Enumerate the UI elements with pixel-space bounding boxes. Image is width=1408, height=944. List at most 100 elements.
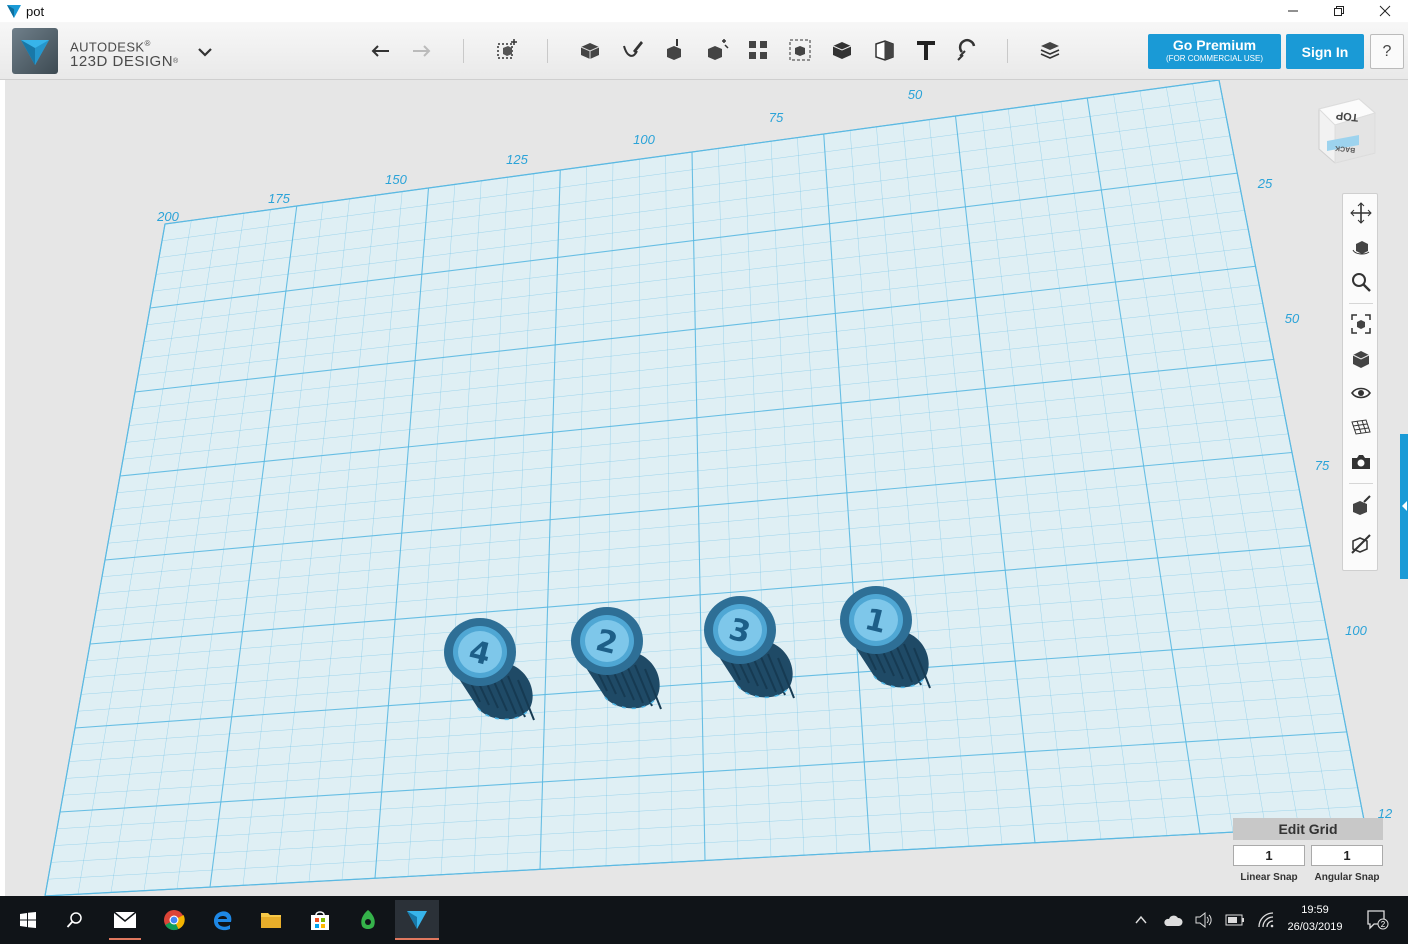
outline-toggle-button[interactable] <box>1348 531 1374 557</box>
speaker-icon <box>1195 912 1212 928</box>
undo-button[interactable] <box>364 34 396 66</box>
angular-snap-label: Angular Snap <box>1314 872 1380 883</box>
orbit-icon <box>1352 241 1370 255</box>
grouping-icon <box>789 39 811 61</box>
undo-icon <box>371 45 389 57</box>
pan-icon <box>1350 202 1372 224</box>
tray-volume[interactable] <box>1194 908 1214 932</box>
taskbar-clock[interactable]: 19:59 26/03/2019 <box>1282 902 1348 936</box>
minimize-icon <box>1288 10 1298 12</box>
brand-line1-mark: ® <box>144 39 151 48</box>
linear-snap-input[interactable] <box>1233 845 1305 866</box>
search-icon <box>66 912 82 928</box>
grid-icon <box>1351 419 1371 435</box>
new-primitive-button[interactable] <box>491 34 523 66</box>
taskbar-123d-design[interactable] <box>395 900 439 940</box>
go-premium-button[interactable]: Go Premium (FOR COMMERCIAL USE) <box>1148 34 1281 69</box>
title-bar: pot <box>0 0 1408 22</box>
pattern-button[interactable] <box>742 34 774 66</box>
restore-button[interactable] <box>1316 0 1362 22</box>
123d-design-icon <box>407 911 427 929</box>
pan-button[interactable] <box>1348 200 1374 226</box>
app-menu-button[interactable] <box>196 44 214 60</box>
zoom-button[interactable] <box>1348 269 1374 295</box>
3d-viewport[interactable]: 200 175 150 125 100 75 50 25 50 75 100 12 4 2 3 1 TOP B… <box>5 80 1408 896</box>
minimize-button[interactable] <box>1270 0 1316 22</box>
folder-icon <box>261 913 281 928</box>
axis-label-top: 125 <box>506 152 528 167</box>
help-button[interactable]: ? <box>1370 34 1404 69</box>
toolbar-separator <box>547 39 548 63</box>
sketch-button[interactable] <box>616 34 648 66</box>
brand-line2-mark: ® <box>173 58 179 66</box>
tray-battery[interactable] <box>1224 908 1246 932</box>
taskbar-mail[interactable] <box>103 900 147 940</box>
pattern-icon <box>749 41 767 59</box>
taskbar-chrome[interactable] <box>152 900 196 940</box>
tray-wifi[interactable] <box>1256 908 1278 932</box>
go-premium-label: Go Premium <box>1172 37 1257 53</box>
material-icon <box>1040 42 1060 59</box>
material-button[interactable] <box>1034 34 1066 66</box>
view-cube[interactable]: TOP BACK <box>1313 95 1377 165</box>
angular-snap-input[interactable] <box>1311 845 1383 866</box>
windows-taskbar: 19:59 26/03/2019 2 <box>0 896 1408 944</box>
redo-button[interactable] <box>406 34 438 66</box>
orbit-button[interactable] <box>1348 234 1374 260</box>
measure-button[interactable] <box>868 34 900 66</box>
app-logo[interactable] <box>12 28 58 74</box>
eye-icon <box>1351 387 1371 399</box>
fit-button[interactable] <box>1348 311 1374 337</box>
construct-button[interactable] <box>658 34 690 66</box>
close-button[interactable] <box>1362 0 1408 22</box>
screenshot-button[interactable] <box>1348 449 1374 475</box>
start-button[interactable] <box>6 900 50 940</box>
snap-button[interactable] <box>952 34 984 66</box>
cloud-icon <box>1164 915 1183 926</box>
side-panel-toggle[interactable] <box>1400 434 1408 579</box>
axis-label-top: 150 <box>385 172 407 187</box>
app-green-icon <box>361 910 375 929</box>
taskbar-store[interactable] <box>298 900 342 940</box>
axis-label-right: 100 <box>1345 623 1367 638</box>
taskbar-edge[interactable] <box>201 900 245 940</box>
window-controls <box>1270 0 1408 22</box>
brand-name: AUTODESK® 123D DESIGN® <box>70 36 179 69</box>
tray-onedrive[interactable] <box>1162 908 1184 932</box>
construct-icon <box>667 39 681 60</box>
combine-button[interactable] <box>826 34 858 66</box>
view-mode-button[interactable] <box>1348 346 1374 372</box>
axis-label-top: 100 <box>633 132 655 147</box>
store-icon <box>311 911 329 930</box>
restore-icon <box>1334 6 1344 16</box>
text-button[interactable] <box>910 34 942 66</box>
snap-icon <box>957 39 976 61</box>
view-cube-top-label: TOP <box>1335 109 1359 123</box>
go-premium-sublabel: (FOR COMMERCIAL USE) <box>1165 54 1264 63</box>
primitives-button[interactable] <box>574 34 606 66</box>
sign-in-button[interactable]: Sign In <box>1286 34 1364 69</box>
grid-toggle-button[interactable] <box>1348 414 1374 440</box>
taskbar-file-explorer[interactable] <box>249 900 293 940</box>
chevron-down-icon <box>198 48 212 57</box>
edge-icon <box>214 911 232 931</box>
visibility-button[interactable] <box>1348 380 1374 406</box>
zoom-icon <box>1352 273 1371 292</box>
search-button[interactable] <box>53 900 97 940</box>
fit-icon <box>1351 314 1371 334</box>
camera-icon <box>1352 455 1370 469</box>
wifi-icon <box>1258 912 1274 928</box>
modify-button[interactable] <box>700 34 732 66</box>
material-paint-button[interactable] <box>1348 492 1374 518</box>
chevron-left-icon <box>1402 501 1407 511</box>
grouping-button[interactable] <box>784 34 816 66</box>
main-toolbar: AUTODESK® 123D DESIGN® Go Premium (FOR C… <box>0 22 1408 80</box>
action-center-button[interactable]: 2 <box>1364 908 1392 932</box>
tray-overflow-button[interactable] <box>1132 908 1150 932</box>
brand-line2: 123D DESIGN <box>70 53 174 71</box>
text-icon <box>917 41 935 60</box>
edit-grid-button[interactable]: Edit Grid <box>1233 818 1383 840</box>
sketch-icon <box>623 41 643 57</box>
axis-label-right: 50 <box>1285 311 1300 326</box>
taskbar-app-green[interactable] <box>346 900 390 940</box>
